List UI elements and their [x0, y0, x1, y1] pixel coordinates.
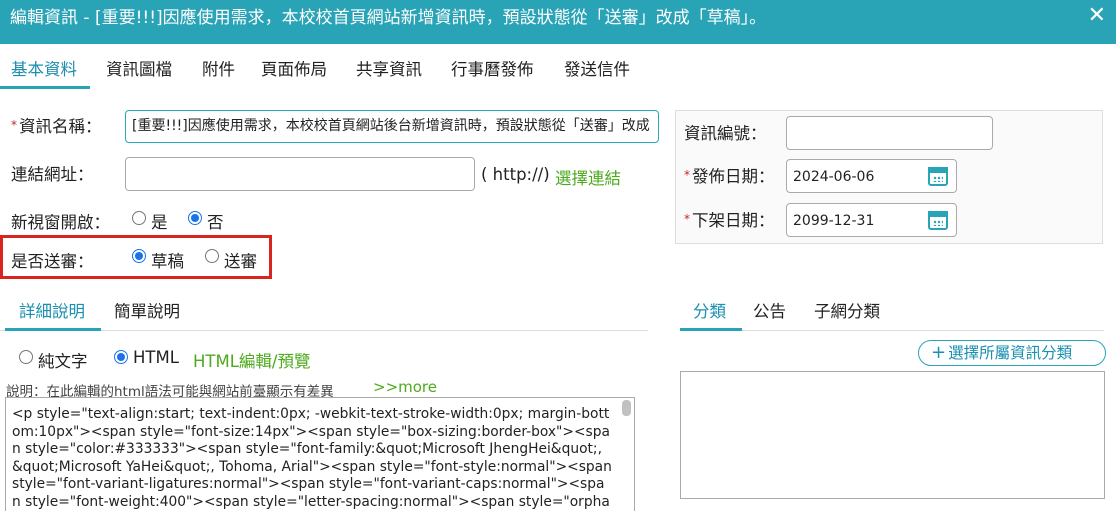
dialog-title-bar: 編輯資訊 - [重要!!!]因應使用需求，本校校首頁網站新增資訊時，預設狀態從「…	[0, 0, 1116, 44]
new-window-no-radio[interactable]	[188, 211, 202, 225]
select-category-button[interactable]: + 選擇所屬資訊分類	[918, 340, 1106, 366]
expire-date-label: * 下架日期：	[684, 211, 775, 230]
active-category-indicator	[680, 328, 742, 331]
tab-basic-info[interactable]: 基本資料	[11, 56, 77, 80]
tab-detail-description[interactable]: 詳細說明	[19, 298, 85, 322]
calendar-icon[interactable]	[928, 211, 948, 230]
divider	[680, 330, 1104, 331]
url-label: 連結網址：	[11, 165, 94, 184]
new-window-yes-label: 是	[151, 213, 168, 232]
category-list-box[interactable]	[680, 371, 1105, 499]
url-input[interactable]	[125, 157, 475, 191]
html-source-textarea[interactable]: <p style="text-align:start; text-indent:…	[5, 397, 635, 511]
tab-send-mail[interactable]: 發送信件	[564, 56, 630, 80]
more-link[interactable]: >>more	[373, 378, 437, 396]
scrollbar-thumb[interactable]	[622, 400, 631, 416]
publish-date-value: 2024-06-06	[793, 169, 875, 185]
info-id-input[interactable]	[786, 116, 993, 150]
mode-plain-label: 純文字	[38, 352, 88, 371]
dialog-title: 編輯資訊 - [重要!!!]因應使用需求，本校校首頁網站新增資訊時，預設狀態從「…	[10, 8, 767, 28]
publish-date-input[interactable]: 2024-06-06	[786, 159, 957, 193]
tab-bar: 基本資料 資訊圖檔 附件 頁面佈局 共享資訊 行事曆發佈 發送信件	[0, 44, 1116, 90]
review-submit-radio[interactable]	[205, 249, 219, 263]
tab-notice[interactable]: 公告	[753, 298, 786, 322]
html-edit-preview-link[interactable]: HTML編輯/預覽	[193, 348, 310, 372]
expire-date-input[interactable]: 2099-12-31	[786, 203, 957, 237]
required-mark: *	[11, 118, 17, 132]
review-label: 是否送審：	[11, 252, 94, 271]
expire-date-value: 2099-12-31	[793, 213, 875, 229]
publish-date-label: * 發佈日期：	[684, 167, 775, 186]
tab-shared-info[interactable]: 共享資訊	[356, 56, 422, 80]
close-icon[interactable]: ✕	[1088, 0, 1106, 32]
new-window-label: 新視窗開啟：	[11, 213, 110, 232]
name-label: * 資訊名稱：	[11, 117, 102, 136]
plus-icon: +	[931, 342, 947, 363]
active-tab-indicator	[0, 86, 90, 89]
name-input[interactable]: [重要!!!]因應使用需求，本校校首頁網站後台新增資訊時，預設狀態從「送審」改成…	[125, 110, 659, 143]
review-draft-label: 草稿	[151, 252, 184, 271]
active-subtab-indicator	[5, 328, 101, 331]
url-hint: ( http://)	[481, 165, 550, 184]
review-draft-radio[interactable]	[132, 249, 146, 263]
mode-plain-radio[interactable]	[19, 350, 33, 364]
mode-html-radio[interactable]	[114, 350, 128, 364]
select-category-label: 選擇所屬資訊分類	[948, 344, 1073, 362]
new-window-yes-radio[interactable]	[132, 211, 146, 225]
tab-attachments[interactable]: 附件	[202, 56, 235, 80]
tab-calendar-publish[interactable]: 行事曆發佈	[451, 56, 534, 80]
calendar-icon[interactable]	[928, 167, 948, 186]
review-submit-label: 送審	[224, 252, 257, 271]
tab-info-images[interactable]: 資訊圖檔	[106, 56, 172, 80]
tab-subsite-category[interactable]: 子網分類	[814, 298, 880, 322]
info-id-label: 資訊編號：	[684, 124, 767, 143]
tab-simple-description[interactable]: 簡單說明	[114, 298, 180, 322]
new-window-no-label: 否	[207, 213, 224, 232]
tab-page-layout[interactable]: 頁面佈局	[261, 56, 327, 80]
mode-html-label: HTML	[133, 348, 179, 367]
select-link-button[interactable]: 選擇連結	[555, 165, 621, 189]
tab-category[interactable]: 分類	[693, 298, 726, 322]
